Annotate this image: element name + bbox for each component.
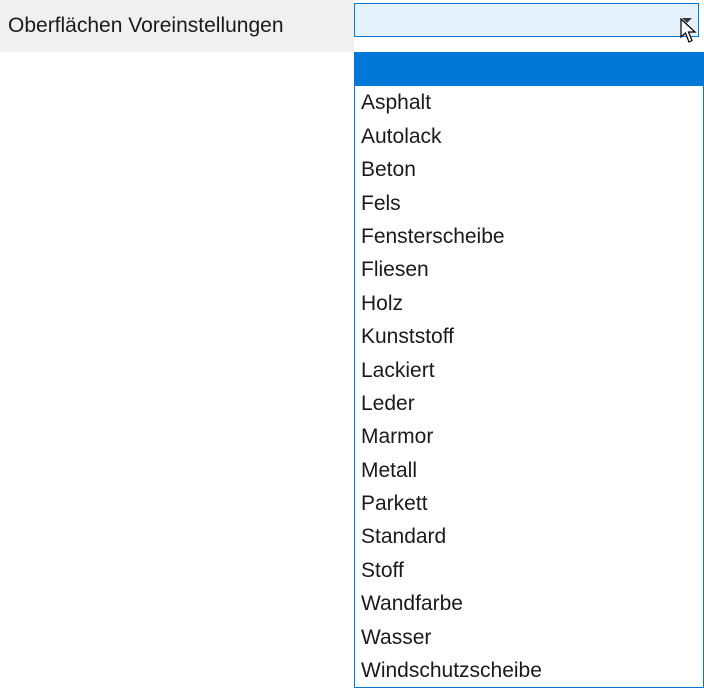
dropdown-option[interactable]: Leder — [355, 387, 703, 420]
dropdown-option[interactable]: Asphalt — [355, 86, 703, 119]
field-label-text: Oberflächen Voreinstellungen — [8, 14, 284, 38]
chevron-down-icon — [682, 18, 692, 23]
dropdown-option[interactable]: Lackiert — [355, 354, 703, 387]
surface-presets-combobox[interactable] — [354, 3, 699, 37]
dropdown-option[interactable]: Marmor — [355, 420, 703, 453]
dropdown-option[interactable] — [355, 53, 703, 86]
dropdown-option[interactable]: Kunststoff — [355, 320, 703, 353]
form-row: Oberflächen Voreinstellungen — [0, 0, 704, 52]
dropdown-option[interactable]: Wasser — [355, 621, 703, 654]
dropdown-option[interactable]: Windschutzscheibe — [355, 654, 703, 687]
surface-presets-label: Oberflächen Voreinstellungen — [0, 0, 354, 52]
dropdown-option[interactable]: Fensterscheibe — [355, 220, 703, 253]
surface-presets-dropdown[interactable]: AsphaltAutolackBetonFelsFensterscheibeFl… — [354, 52, 704, 688]
dropdown-option[interactable]: Wandfarbe — [355, 587, 703, 620]
dropdown-option[interactable]: Fels — [355, 187, 703, 220]
dropdown-option[interactable]: Holz — [355, 287, 703, 320]
dropdown-option[interactable]: Metall — [355, 454, 703, 487]
dropdown-option[interactable]: Fliesen — [355, 253, 703, 286]
dropdown-option[interactable]: Stoff — [355, 554, 703, 587]
dropdown-option[interactable]: Parkett — [355, 487, 703, 520]
dropdown-option[interactable]: Beton — [355, 153, 703, 186]
dropdown-option[interactable]: Standard — [355, 520, 703, 553]
dropdown-option[interactable]: Autolack — [355, 120, 703, 153]
